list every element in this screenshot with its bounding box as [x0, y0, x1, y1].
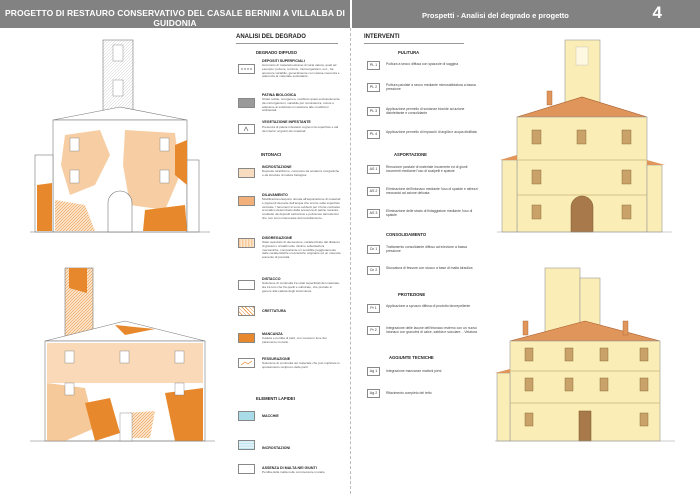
legend-desc-vegetazione: Presenza di piante infestanti cognomi la… [262, 125, 339, 133]
code-pr1: Pr 1 [367, 304, 380, 313]
legend-label-crettatura: CRETTATURA [262, 309, 287, 313]
code-ag1: Ag 1 [367, 367, 380, 376]
legend-swatch-assenza-malta [238, 464, 255, 474]
desc-pl3: Applicazione pennello di sostanze biocid… [386, 107, 465, 116]
desc-pl1: Pulitura a secco diffusa con spazzole di… [386, 62, 459, 66]
code-ag2: Ag 2 [367, 389, 380, 398]
degrado-heading-rule [236, 43, 338, 44]
legend-swatch-distacco [238, 280, 255, 290]
desc-as1: Rimozione parziale di materiale incoeren… [386, 165, 468, 174]
code-cn2: Cn 2 [367, 266, 380, 275]
desc-ag2: Rifacimento completo del tetto [386, 391, 432, 395]
legend-desc-distacco: Soluzione di continuità tra strati super… [262, 281, 340, 293]
section-degrado-diffuso: DEGRADO DIFFUSO [256, 50, 297, 55]
desc-cn1: Trattamento consolidante diffuso ad inie… [386, 245, 467, 254]
header-right: Prospetti - Analisi del degrado e proget… [352, 0, 700, 28]
legend-swatch-vegetazione [238, 124, 255, 134]
legend-swatch-crettatura [238, 306, 255, 316]
desc-pl4: Applicazione pennello di impacchi di arg… [386, 130, 477, 134]
legend-swatch-patina [238, 98, 255, 108]
degrado-heading: ANALISI DEL DEGRADO [236, 34, 306, 40]
section-elementi-lapidei: ELEMENTI LAPIDEI [256, 396, 295, 401]
legend-desc-depositi: Accumulo di materiali estranei di varia … [262, 63, 340, 79]
legend-swatch-dilavamento [238, 196, 255, 206]
legend-swatch-mancanza [238, 333, 255, 343]
progetto-facade-top [497, 39, 672, 233]
code-as1: AS 1 [367, 165, 380, 174]
code-pr2: Pr 2 [367, 326, 380, 335]
legend-desc-assenza-malta: Perdita della malta nelle commessure mur… [262, 470, 325, 474]
desc-cn2: Stuccatura di fessure con stucco a base … [386, 266, 473, 270]
code-as2: AS 2 [367, 187, 380, 196]
legend-label-macchie: MACCHIE [262, 414, 279, 418]
center-divider [350, 28, 351, 494]
interventi-heading: INTERVENTI [364, 34, 400, 40]
section-asportazione: ASPORTAZIONE [394, 152, 427, 157]
legend-desc-dilavamento: Modificazione/asporto dovuta all'asporta… [262, 197, 341, 220]
legend-swatch-macchie [238, 411, 255, 421]
page-subtitle: Prospetti - Analisi del degrado e proget… [422, 11, 569, 20]
degrado-facade-bottom [30, 267, 215, 442]
interventi-heading-rule [364, 43, 464, 44]
code-as3: AS 3 [367, 209, 380, 218]
desc-as2: Eliminazione dell'intonaco mediante l'us… [386, 187, 478, 196]
legend-swatch-disgregazione [238, 238, 255, 248]
legend-swatch-incrostazioni [238, 440, 255, 450]
legend-label-incrostazioni: INCROSTAZIONI [262, 446, 291, 450]
page-title: PROGETTO DI RESTAURO CONSERVATIVO DEL CA… [4, 8, 345, 28]
legend-label-vegetazione: VEGETAZIONE INFESTANTE [262, 120, 311, 124]
legend-swatch-fessurazione [238, 358, 255, 368]
desc-pl2: Pulitura parziale a secco mediante micro… [386, 83, 476, 92]
page-number: 4 [652, 3, 662, 22]
section-pulitura: PULITURA [398, 50, 420, 55]
code-pl2: PL 2 [367, 83, 380, 92]
legend-desc-mancanza: Caduta e perdita di parti, con messa in … [262, 336, 327, 344]
legend-desc-fessurazione: Soluzione di continuità nel materiale ch… [262, 361, 340, 369]
section-consolidamento: CONSOLIDAMENTO [386, 232, 427, 237]
desc-pr2: Integrazione delle lacune dell'intonaco … [386, 326, 477, 335]
section-intonaci: INTONACI [261, 152, 282, 157]
degrado-facade-top [30, 39, 210, 233]
legend-desc-incrostazione: Deposito stratiforme, composto da sostan… [262, 169, 340, 177]
code-pl3: PL 3 [367, 107, 380, 116]
code-pl4: PL 4 [367, 130, 380, 139]
desc-ag1: Integrazione mancanze mattoni pieni [386, 369, 442, 373]
header-left: PROGETTO DI RESTAURO CONSERVATIVO DEL CA… [0, 0, 350, 28]
progetto-facade-bottom [495, 267, 675, 442]
desc-as3: Eliminazione delle strato di fintaggiatu… [386, 209, 473, 218]
legend-desc-patina: Strato sottile, omogeneo, costituito qua… [262, 97, 340, 113]
legend-desc-disgregazione: Stato avanzato di decoesione, caratteriz… [262, 240, 341, 260]
code-pl1: PL 1 [367, 61, 380, 70]
code-cn1: Cn 1 [367, 245, 380, 254]
desc-pr1: Applicazione a spruzzo diffusa di prodot… [386, 304, 471, 308]
section-protezione: PROTEZIONE [398, 292, 426, 297]
legend-swatch-depositi [238, 64, 255, 74]
section-aggiunte-tecniche: AGGIUNTE TECNICHE [389, 355, 434, 360]
legend-swatch-incrostazione [238, 168, 255, 178]
